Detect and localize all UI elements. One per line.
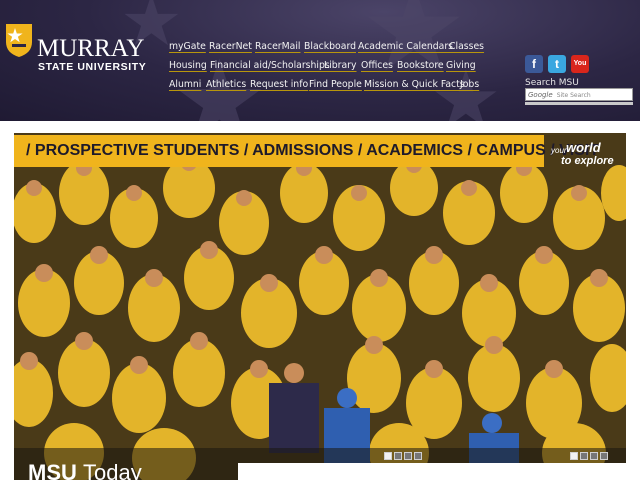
search-label: Search MSU (525, 78, 579, 88)
nav-link-housing[interactable]: Housing (169, 60, 207, 71)
nav-link-mygate[interactable]: myGate (169, 41, 206, 52)
msu-today-heading[interactable]: MSU Today (28, 460, 142, 480)
msu-today-title: MSU (28, 460, 77, 480)
nav-link-racernet[interactable]: RacerNet (209, 41, 252, 52)
your-world-to-explore-promo[interactable]: your world to explore (551, 138, 621, 168)
pager-dot[interactable] (600, 452, 608, 460)
nav-link-academic-calendars[interactable]: Academic Calendars (358, 41, 453, 52)
nav-link-request-info[interactable]: Request info (250, 79, 308, 90)
pager-dot[interactable] (570, 452, 578, 460)
crowd-photo (14, 133, 626, 480)
promo-line1: world (566, 140, 601, 155)
pager-dot[interactable] (414, 452, 422, 460)
search-input[interactable]: Google Site Search (525, 88, 633, 101)
pager-dot[interactable] (590, 452, 598, 460)
nav-link-giving[interactable]: Giving (446, 60, 476, 71)
news-thumbnails[interactable] (238, 463, 626, 480)
nav-link-blackboard[interactable]: Blackboard (304, 41, 356, 52)
twitter-icon[interactable]: t (548, 55, 566, 73)
msu-today-suffix: Today (83, 460, 142, 480)
audience-nav-banner[interactable]: / PROSPECTIVE STUDENTS / ADMISSIONS / AC… (14, 135, 599, 167)
nav-link-alumni[interactable]: Alumni (169, 79, 201, 90)
university-logo[interactable]: MURRAY STATE UNIVERSITY (4, 22, 154, 78)
header-divider (0, 121, 640, 133)
logo-wordmark: MURRAY (37, 35, 145, 62)
site-header: ★ ★ ★ ★ MURRAY STATE UNIVERSITY myGate R… (0, 0, 640, 121)
youtube-icon[interactable]: You (571, 55, 589, 73)
promo-line2: to explore (561, 155, 614, 167)
nav-link-bookstore[interactable]: Bookstore (397, 60, 444, 71)
nav-link-jobs[interactable]: Jobs (460, 79, 479, 90)
pager-dot[interactable] (384, 452, 392, 460)
promo-prefix: your (551, 146, 567, 155)
nav-link-find-people[interactable]: Find People (309, 79, 362, 90)
audience-nav-text[interactable]: / PROSPECTIVE STUDENTS / ADMISSIONS / AC… (26, 142, 599, 160)
google-brand-label: Google (528, 91, 553, 99)
logo-subtitle: STATE UNIVERSITY (38, 61, 147, 73)
search-underline (525, 102, 633, 105)
nav-link-racermail[interactable]: RacerMail (255, 41, 301, 52)
search-placeholder: Site Search (556, 92, 591, 99)
nav-link-offices[interactable]: Offices (361, 60, 393, 71)
nav-link-classes[interactable]: Classes (449, 41, 484, 52)
nav-link-athletics[interactable]: Athletics (206, 79, 246, 90)
facebook-icon[interactable]: f (525, 55, 543, 73)
nav-link-financial-aid[interactable]: Financial aid/Scholarships (210, 60, 330, 71)
pager-dot[interactable] (580, 452, 588, 460)
nav-link-mission-quick-facts[interactable]: Mission & Quick Facts (364, 79, 465, 90)
nav-link-library[interactable]: Library (324, 60, 357, 71)
shield-star-icon (6, 24, 32, 57)
pager-dot[interactable] (394, 452, 402, 460)
hero-slideshow[interactable]: / PROSPECTIVE STUDENTS / ADMISSIONS / AC… (14, 133, 626, 480)
pager-dot[interactable] (404, 452, 412, 460)
